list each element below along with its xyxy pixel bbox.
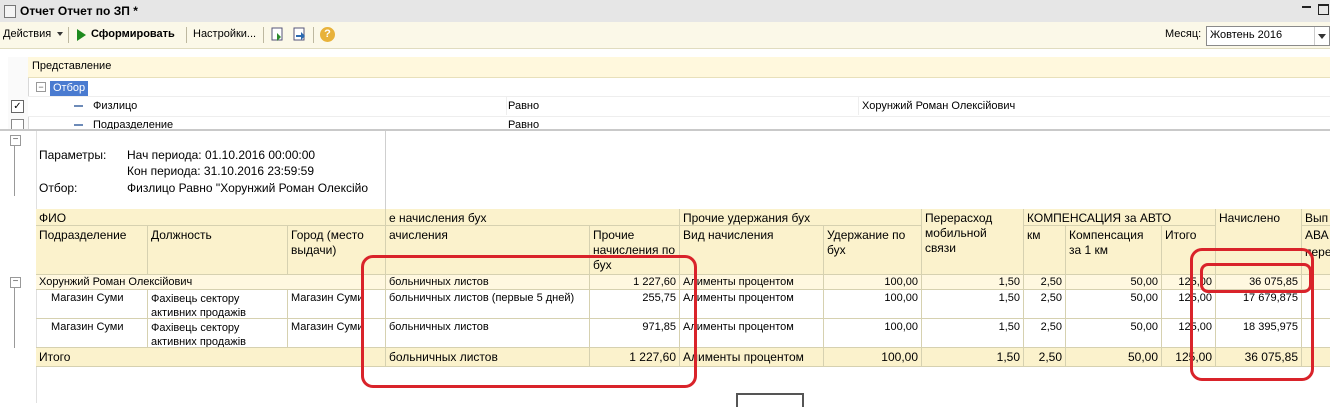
table-cell-comp-per-km[interactable]: 50,00 (1066, 290, 1162, 319)
params-divider (385, 131, 386, 209)
table-cell-mobile[interactable]: 1,50 (922, 319, 1024, 348)
collapse-icon[interactable]: − (10, 135, 21, 146)
toolbar-divider (68, 27, 69, 43)
settings-button[interactable]: Настройки... (193, 28, 256, 40)
header-division: Подразделение (36, 226, 148, 275)
chevron-down-icon (57, 32, 64, 37)
header-mobile: Перерасход мобильной связи (922, 209, 1024, 275)
table-cell-division[interactable]: Магазин Суми (36, 319, 148, 348)
collapse-icon[interactable]: − (36, 82, 46, 92)
total-deduction-amount: 100,00 (824, 348, 922, 367)
month-select[interactable]: Жовтень 2016 (1206, 26, 1330, 46)
period-end: Кон периода: 31.10.2016 23:59:59 (127, 164, 315, 178)
filter-field[interactable]: Физлицо (93, 100, 137, 112)
table-cell-position[interactable]: Фахівець сектору активних продажів (148, 290, 288, 319)
report-grouping-gutter (6, 131, 37, 403)
column-divider (858, 96, 859, 115)
field-icon (74, 105, 83, 107)
total-mobile: 1,50 (922, 348, 1024, 367)
table-cell-mobile[interactable]: 1,50 (922, 275, 1024, 290)
header-comp-per-km: Компенсация за 1 км (1066, 226, 1162, 275)
params-label: Параметры: (39, 148, 107, 162)
header-compensation-group: КОМПЕНСАЦИЯ за АВТО (1024, 209, 1216, 226)
annotation-highlight-accruals (361, 255, 697, 388)
total-km: 2,50 (1024, 348, 1066, 367)
actions-menu-button[interactable]: Действия (3, 28, 64, 40)
table-cell-deduction-amount[interactable]: 100,00 (824, 275, 922, 290)
header-extra: Вып (1302, 209, 1330, 226)
maximize-icon[interactable] (1318, 4, 1329, 15)
table-cell-km[interactable]: 2,50 (1024, 275, 1066, 290)
toolbar-divider (186, 27, 187, 43)
settings-column-header: Представление (32, 60, 112, 72)
minimize-icon[interactable] (1302, 6, 1311, 8)
header-accruals-group: е начисления бух (386, 209, 680, 226)
total-comp-per-km: 50,00 (1066, 348, 1162, 367)
table-cell-km[interactable]: 2,50 (1024, 290, 1066, 319)
month-label: Месяц: (1165, 28, 1202, 40)
toolbar-divider (313, 27, 314, 43)
period-start: Нач периода: 01.10.2016 00:00:00 (127, 148, 316, 162)
load-settings-icon[interactable] (270, 27, 285, 42)
table-cell-deduction-amount[interactable]: 100,00 (824, 290, 922, 319)
month-value: Жовтень 2016 (1210, 29, 1283, 41)
table-cell-comp-per-km[interactable]: 50,00 (1066, 319, 1162, 348)
filter-group-row[interactable] (28, 78, 1330, 96)
header-deduction-kind: Вид начисления (680, 226, 824, 275)
table-cell-deduction-amount[interactable]: 100,00 (824, 319, 922, 348)
actions-label: Действия (3, 28, 52, 40)
settings-header: Представление (28, 57, 1330, 78)
report-filter-label: Отбор: (39, 181, 78, 195)
filter-comparison[interactable]: Равно (508, 119, 539, 129)
window-title: Отчет Отчет по ЗП * (20, 4, 138, 18)
save-settings-icon[interactable] (292, 27, 307, 42)
filter-comparison[interactable]: Равно (508, 100, 539, 112)
total-deduction-kind: Алименты процентом (680, 348, 824, 367)
field-icon (74, 124, 83, 126)
column-divider (506, 96, 507, 115)
collapse-icon[interactable]: − (10, 277, 21, 288)
header-km: км (1024, 226, 1066, 275)
help-icon[interactable]: ? (320, 27, 335, 42)
scroll-tab (736, 393, 804, 407)
filter-group-label[interactable]: Отбор (50, 81, 89, 96)
report-filter-value: Физлицо Равно "Хорунжий Роман Олексійо (127, 181, 369, 195)
annotation-highlight-total (1200, 263, 1312, 293)
chevron-down-icon[interactable] (1314, 27, 1329, 45)
group-line (14, 288, 15, 348)
filter-row[interactable] (28, 96, 1330, 117)
filter-field[interactable]: Подразделение (93, 119, 173, 129)
header-deductions-group: Прочие удержания бух (680, 209, 922, 226)
header-deduction-amount: Удержание по бух (824, 226, 922, 275)
generate-button[interactable]: Сформировать (91, 28, 175, 40)
toolbar: Действия Сформировать Настройки... ? Мес… (0, 22, 1330, 49)
total-label: Итого (36, 348, 386, 367)
table-cell-division[interactable]: Магазин Суми (36, 290, 148, 319)
table-cell-mobile[interactable]: 1,50 (922, 290, 1024, 319)
filter-settings-table: Представление − Отбор ✓ Физлицо Равно Хо… (0, 57, 1330, 129)
group-line (14, 146, 15, 196)
table-cell-comp-per-km[interactable]: 50,00 (1066, 275, 1162, 290)
table-row-fio[interactable]: Хорунжий Роман Олексійович (36, 275, 386, 290)
table-cell-deduction-kind[interactable]: Алименты процентом (680, 275, 824, 290)
toolbar-divider (263, 27, 264, 43)
header-fio: ФИО (36, 209, 386, 226)
report-icon (4, 5, 16, 18)
table-cell-km[interactable]: 2,50 (1024, 319, 1066, 348)
header-extra: АВА (1302, 226, 1330, 243)
header-position: Должность (148, 226, 288, 275)
filter-row-checkbox[interactable] (11, 119, 24, 129)
filter-row-checkbox[interactable]: ✓ (11, 100, 24, 113)
table-cell-position[interactable]: Фахівець сектору активних продажів (148, 319, 288, 348)
filter-value[interactable]: Хорунжий Роман Олексійович (862, 100, 1015, 112)
table-cell-deduction-kind[interactable]: Алименты процентом (680, 319, 824, 348)
window-title-bar: Отчет Отчет по ЗП * (0, 0, 1330, 23)
table-cell-deduction-kind[interactable]: Алименты процентом (680, 290, 824, 319)
play-icon[interactable] (77, 29, 86, 41)
